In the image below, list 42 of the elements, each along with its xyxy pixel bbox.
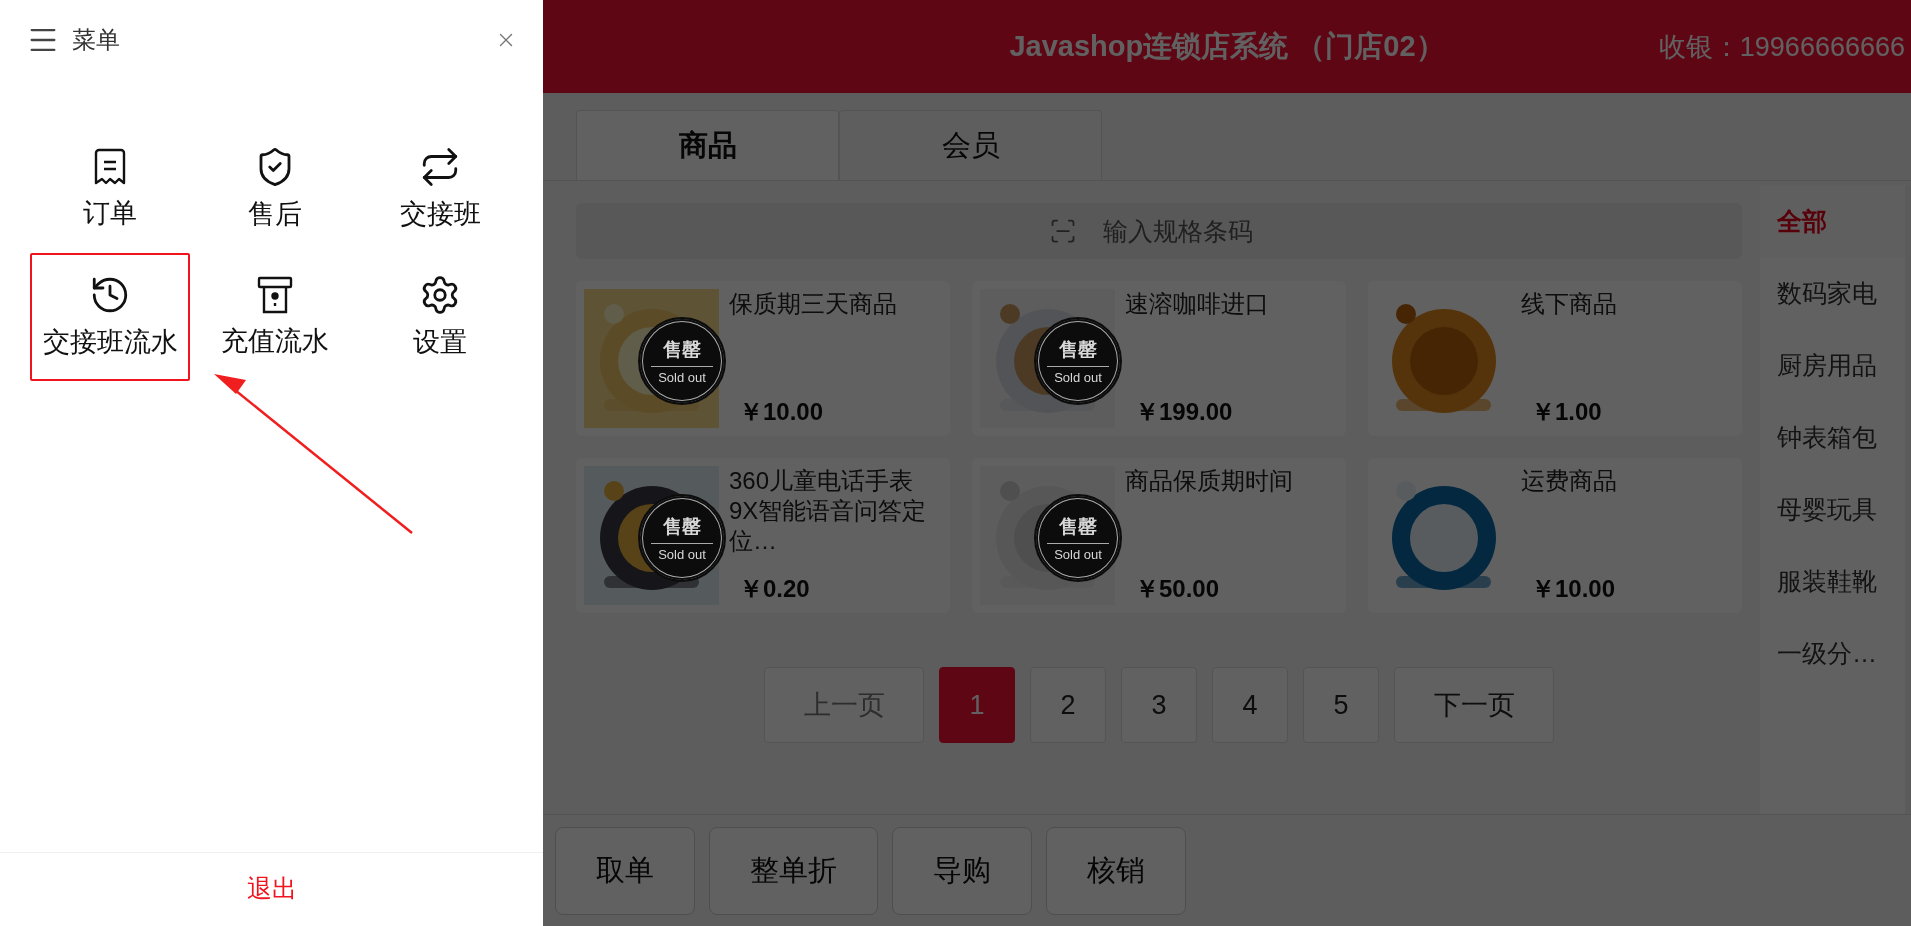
page-button[interactable]: 3 (1121, 667, 1197, 743)
product-name: 商品保质期时间 (1125, 466, 1294, 496)
device-icon (255, 275, 295, 315)
page-button[interactable]: 5 (1303, 667, 1379, 743)
menu-item[interactable]: 订单 (30, 125, 190, 253)
page-button[interactable]: 4 (1212, 667, 1288, 743)
app-title: Javashop连锁店系统 （门店02） (1009, 28, 1445, 64)
product-price: ￥10.00 (1530, 574, 1617, 604)
drawer-title: 菜单 (72, 25, 121, 55)
next-page-button[interactable]: 下一页 (1394, 667, 1554, 743)
action-button[interactable]: 核销 (1046, 827, 1186, 915)
product-price: ￥1.00 (1530, 397, 1603, 427)
menu-item[interactable]: 设置 (360, 253, 520, 381)
product-price: ￥10.00 (738, 397, 825, 427)
product-name: 运费商品 (1521, 466, 1618, 496)
product-card[interactable]: 商品保质期时间 ￥50.00 售罄 Sold out (972, 458, 1346, 613)
menu-item[interactable]: 充值流水 (195, 253, 355, 381)
page-button[interactable]: 2 (1030, 667, 1106, 743)
page-button[interactable]: 1 (939, 667, 1015, 743)
product-card[interactable]: 360儿童电话手表9X智能语音问答定位… ￥0.20 售罄 Sold out (576, 458, 950, 613)
search-field[interactable]: 输入规格条码 (576, 203, 1742, 259)
action-button[interactable]: 取单 (555, 827, 695, 915)
tab[interactable]: 商品 (576, 110, 839, 180)
product-card[interactable]: 速溶咖啡进口 ￥199.00 售罄 Sold out (972, 281, 1346, 436)
menu-item[interactable]: 交接班 (360, 125, 520, 253)
product-name: 线下商品 (1521, 289, 1618, 319)
menu-item[interactable]: 售后 (195, 125, 355, 253)
action-button[interactable]: 导购 (892, 827, 1032, 915)
cashier-label: 收银：19966666666 (1658, 30, 1905, 64)
scan-icon (1049, 217, 1077, 245)
tab[interactable]: 会员 (839, 110, 1102, 180)
product-price: ￥50.00 (1134, 574, 1221, 604)
product-card[interactable]: 运费商品 ￥10.00 (1368, 458, 1742, 613)
product-price: ￥199.00 (1134, 397, 1234, 427)
action-button[interactable]: 整单折 (709, 827, 878, 915)
product-price: ￥0.20 (738, 574, 811, 604)
product-name: 速溶咖啡进口 (1125, 289, 1270, 319)
menu-item[interactable]: 交接班流水 (30, 253, 190, 381)
product-name: 保质期三天商品 (729, 289, 898, 319)
product-card[interactable]: 线下商品 ￥1.00 (1368, 281, 1742, 436)
product-card[interactable]: 保质期三天商品 ￥10.00 售罄 Sold out (576, 281, 950, 436)
product-name: 360儿童电话手表9X智能语音问答定位… (729, 466, 928, 556)
